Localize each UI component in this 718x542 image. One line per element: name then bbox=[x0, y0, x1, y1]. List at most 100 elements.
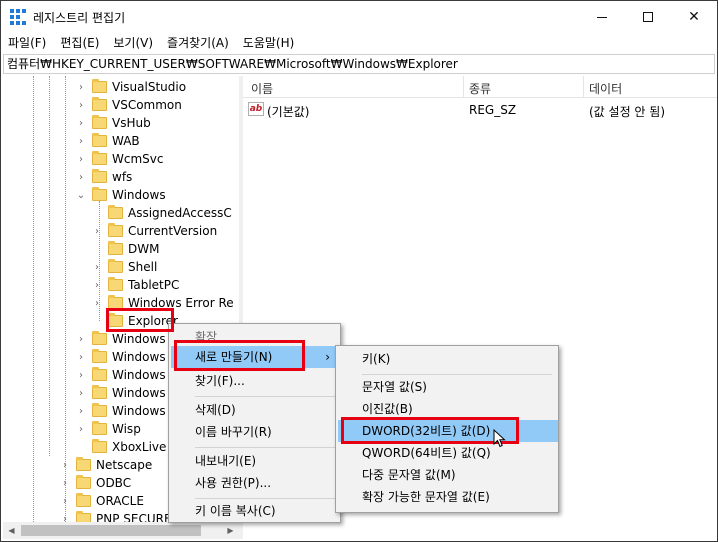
chevron-down-icon[interactable]: ⌄ bbox=[75, 190, 87, 201]
context-menu-delete[interactable]: 삭제(D) bbox=[171, 399, 340, 421]
chevron-right-icon[interactable]: › bbox=[75, 82, 87, 93]
tree-item-visualstudio[interactable]: › VisualStudio bbox=[75, 78, 186, 96]
chevron-right-icon[interactable]: › bbox=[75, 334, 87, 345]
tree-item-vscommon[interactable]: › VSCommon bbox=[75, 96, 182, 114]
tree-item-windows-s[interactable]: › Windows S bbox=[75, 384, 177, 402]
chevron-right-icon[interactable]: › bbox=[91, 262, 103, 273]
tree-item-windows-s[interactable]: › Windows S bbox=[75, 402, 177, 420]
submenu-expandable-string-value[interactable]: 확장 가능한 문자열 값(E) bbox=[338, 486, 558, 508]
tree-item-label: Netscape bbox=[96, 458, 153, 472]
context-menu-find[interactable]: 찾기(F)... bbox=[171, 370, 340, 392]
tree-item-label: XboxLive bbox=[112, 440, 167, 454]
submenu-key[interactable]: 키(K) bbox=[338, 348, 558, 370]
folder-icon bbox=[92, 349, 107, 363]
chevron-right-icon[interactable]: › bbox=[91, 226, 103, 237]
chevron-right-icon[interactable]: › bbox=[75, 352, 87, 363]
chevron-right-icon[interactable]: › bbox=[75, 172, 87, 183]
tree-item-assignedaccess[interactable]: AssignedAccessC bbox=[91, 204, 232, 222]
context-menu-copy-key-name[interactable]: 키 이름 복사(C) bbox=[171, 500, 340, 522]
chevron-right-icon[interactable]: › bbox=[59, 478, 71, 489]
tree-item-shell[interactable]: › Shell bbox=[91, 258, 157, 276]
submenu-multi-string-value[interactable]: 다중 문자열 값(M) bbox=[338, 464, 558, 486]
context-menu-new[interactable]: 새로 만들기(N) › bbox=[171, 346, 340, 368]
tree-item-explorer[interactable]: Explorer bbox=[91, 312, 178, 330]
menu-bar: 파일(F) 편집(E) 보기(V) 즐겨찾기(A) 도움말(H) bbox=[1, 33, 717, 53]
submenu-dword-value[interactable]: DWORD(32비트) 값(D) bbox=[338, 420, 558, 442]
tree-item-xboxlive[interactable]: XboxLive bbox=[75, 438, 166, 456]
chevron-right-icon[interactable]: › bbox=[75, 136, 87, 147]
folder-icon bbox=[108, 205, 123, 219]
menu-file[interactable]: 파일(F) bbox=[1, 33, 53, 53]
chevron-right-icon[interactable]: › bbox=[91, 280, 103, 291]
chevron-right-icon[interactable]: › bbox=[75, 370, 87, 381]
chevron-right-icon[interactable]: › bbox=[75, 118, 87, 129]
tree-item-label: VisualStudio bbox=[112, 80, 187, 94]
tree-item-windows-n[interactable]: › Windows N bbox=[75, 330, 178, 348]
folder-icon bbox=[92, 421, 107, 435]
context-menu-rename[interactable]: 이름 바꾸기(R) bbox=[171, 421, 340, 443]
folder-icon bbox=[108, 313, 123, 327]
menu-help[interactable]: 도움말(H) bbox=[236, 33, 302, 53]
address-bar[interactable]: 컴퓨터₩HKEY_CURRENT_USER₩SOFTWARE₩Microsoft… bbox=[3, 54, 715, 74]
chevron-right-icon[interactable]: › bbox=[75, 154, 87, 165]
chevron-right-icon[interactable]: › bbox=[75, 406, 87, 417]
menu-favorites[interactable]: 즐겨찾기(A) bbox=[160, 33, 236, 53]
context-menu-expand[interactable]: 확장 bbox=[171, 326, 340, 348]
column-divider[interactable] bbox=[583, 76, 584, 98]
minimize-button[interactable] bbox=[579, 1, 625, 33]
submenu-binary-value[interactable]: 이진값(B) bbox=[338, 398, 558, 420]
tree-item-currentversion[interactable]: › CurrentVersion bbox=[91, 222, 217, 240]
chevron-right-icon[interactable]: › bbox=[59, 496, 71, 507]
tree-item-wcmsvc[interactable]: › WcmSvc bbox=[75, 150, 163, 168]
tree-item-tabletpc[interactable]: › TabletPC bbox=[91, 276, 179, 294]
scroll-right-icon[interactable]: ▶ bbox=[222, 522, 239, 539]
chevron-right-icon[interactable]: › bbox=[75, 424, 87, 435]
folder-icon bbox=[92, 385, 107, 399]
tree-item-oracle[interactable]: › ORACLE bbox=[59, 492, 144, 510]
column-header-name[interactable]: 이름 bbox=[251, 80, 273, 97]
tree-item-windows[interactable]: ⌄ Windows bbox=[75, 186, 166, 204]
column-header-type[interactable]: 종류 bbox=[469, 80, 491, 97]
window-title: 레지스트리 편집기 bbox=[33, 11, 126, 25]
tree-item-label: VSCommon bbox=[112, 98, 182, 112]
folder-icon bbox=[92, 97, 107, 111]
chevron-right-icon[interactable]: › bbox=[75, 388, 87, 399]
chevron-right-icon[interactable]: › bbox=[75, 100, 87, 111]
tree-horizontal-scrollbar[interactable]: ◀ ▶ bbox=[3, 522, 239, 539]
tree-item-wfs[interactable]: › wfs bbox=[75, 168, 132, 186]
tree-item-vshub[interactable]: › VsHub bbox=[75, 114, 151, 132]
submenu-qword-value[interactable]: QWORD(64비트) 값(Q) bbox=[338, 442, 558, 464]
chevron-right-icon[interactable]: › bbox=[59, 460, 71, 471]
tree-item-wab[interactable]: › WAB bbox=[75, 132, 140, 150]
folder-icon bbox=[92, 79, 107, 93]
tree-item-windows-s[interactable]: › Windows S bbox=[75, 366, 177, 384]
tree-item-windows-s[interactable]: › Windows S bbox=[75, 348, 177, 366]
scroll-left-icon[interactable]: ◀ bbox=[3, 522, 20, 539]
folder-icon bbox=[108, 295, 123, 309]
column-header-data[interactable]: 데이터 bbox=[589, 80, 622, 97]
folder-icon bbox=[92, 331, 107, 345]
context-menu-permissions[interactable]: 사용 권한(P)... bbox=[171, 472, 340, 494]
folder-icon bbox=[92, 439, 107, 453]
tree-item-dwm[interactable]: DWM bbox=[91, 240, 159, 258]
column-divider[interactable] bbox=[463, 76, 464, 98]
tree-item-windows-error[interactable]: › Windows Error Re bbox=[91, 294, 234, 312]
close-button[interactable]: ✕ bbox=[671, 1, 717, 33]
tree-item-label: Windows Error Re bbox=[128, 296, 234, 310]
tree-item-odbc[interactable]: › ODBC bbox=[59, 474, 131, 492]
maximize-button[interactable] bbox=[625, 1, 671, 33]
tree-item-netscape[interactable]: › Netscape bbox=[59, 456, 152, 474]
menu-view[interactable]: 보기(V) bbox=[106, 33, 160, 53]
value-row[interactable]: ab (기본값) REG_SZ (값 설정 안 됨) bbox=[243, 101, 717, 119]
menu-edit[interactable]: 편집(E) bbox=[53, 33, 106, 53]
chevron-right-icon[interactable]: › bbox=[91, 298, 103, 309]
folder-icon bbox=[92, 115, 107, 129]
scroll-thumb[interactable] bbox=[21, 525, 201, 536]
tree-item-pnp-secure[interactable]: › PNP SECURE bbox=[59, 510, 172, 522]
menu-separator bbox=[195, 498, 335, 499]
folder-icon bbox=[92, 187, 107, 201]
context-menu-export[interactable]: 내보내기(E) bbox=[171, 450, 340, 472]
tree-item-wisp[interactable]: › Wisp bbox=[75, 420, 141, 438]
chevron-right-icon[interactable]: › bbox=[59, 514, 71, 523]
submenu-string-value[interactable]: 문자열 값(S) bbox=[338, 376, 558, 398]
